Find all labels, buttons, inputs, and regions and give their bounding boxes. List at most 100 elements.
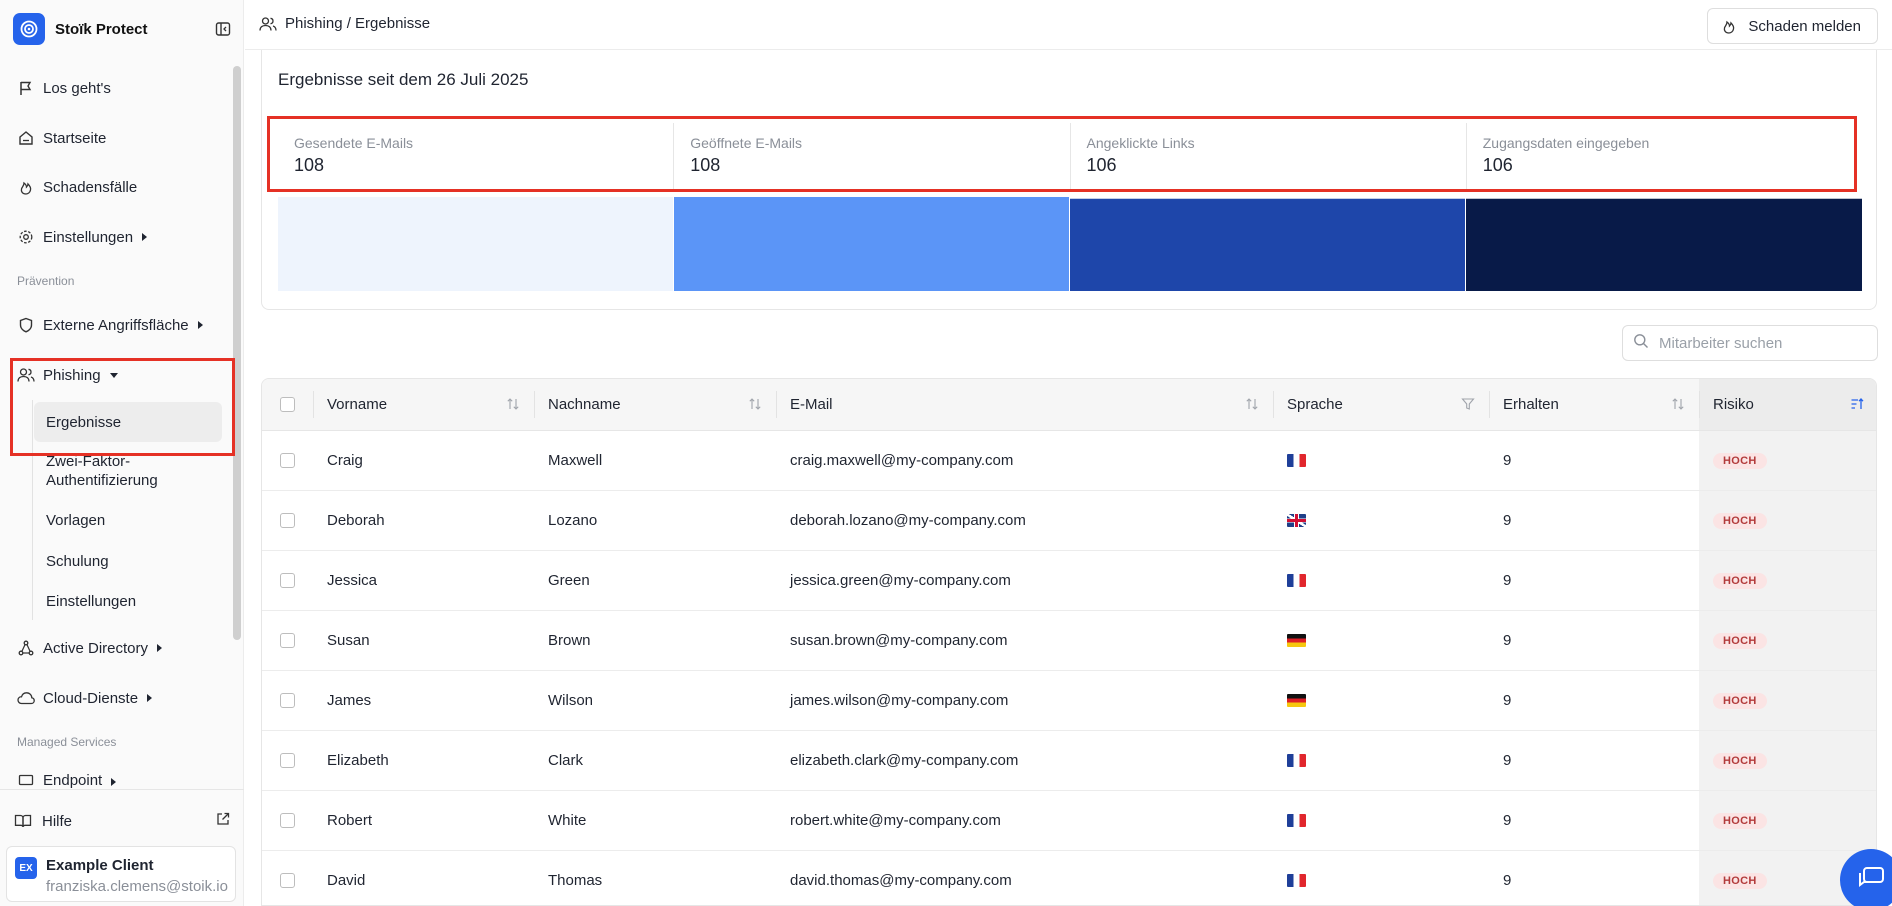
row-select-cell [262, 670, 313, 731]
table-row[interactable]: Craig Maxwell craig.maxwell@my-company.c… [262, 430, 1876, 491]
chat-launcher-button[interactable] [1840, 849, 1892, 906]
cell-last-name: Wilson [534, 670, 776, 731]
sidebar-item-home[interactable]: Startseite [17, 123, 106, 153]
cell-last-name: Maxwell [534, 430, 776, 491]
sort-icon[interactable] [1245, 397, 1259, 411]
cell-first-name: Robert [313, 790, 534, 851]
user-card[interactable]: EX Example Client franziska.clemens@stoi… [6, 846, 236, 902]
sidebar-subitem-2fa[interactable]: Zwei-Faktor-Authentifizierung [46, 452, 196, 490]
cell-received: 9 [1489, 850, 1699, 905]
sidebar-item-label: Endpoint [43, 772, 103, 789]
home-icon [17, 129, 35, 147]
row-checkbox[interactable] [280, 573, 295, 589]
sidebar-item-label: Startseite [43, 129, 107, 147]
chat-icon [1857, 865, 1885, 895]
row-checkbox[interactable] [280, 873, 295, 889]
table-row[interactable]: Deborah Lozano deborah.lozano@my-company… [262, 490, 1876, 551]
row-checkbox[interactable] [280, 693, 295, 709]
sidebar-item-label: Schadensfälle [43, 178, 138, 196]
avatar: EX [15, 857, 37, 879]
table-row[interactable]: Elizabeth Clark elizabeth.clark@my-compa… [262, 730, 1876, 791]
cell-language [1273, 490, 1489, 551]
help-label: Hilfe [42, 812, 73, 830]
row-checkbox[interactable] [280, 633, 295, 649]
funnel-segment-2 [1070, 198, 1465, 291]
flag-fr-icon [1287, 874, 1306, 888]
breadcrumb: Phishing / Ergebnisse [259, 15, 430, 32]
cloud-icon [17, 689, 35, 707]
sidebar-subitem-settings[interactable]: Einstellungen [46, 592, 136, 611]
risk-badge: HOCH [1713, 573, 1767, 589]
row-select-cell [262, 430, 313, 491]
sidebar-subitem-templates[interactable]: Vorlagen [46, 511, 105, 530]
cell-risk: HOCH [1699, 730, 1876, 791]
employees-table: Vorname Nachname E-Mail Sprache Erhalten… [261, 378, 1877, 906]
column-header-email[interactable]: E-Mail [776, 379, 1273, 431]
sidebar-item-cloud[interactable]: Cloud-Dienste [17, 683, 153, 713]
cell-risk: HOCH [1699, 790, 1876, 851]
cell-language [1273, 430, 1489, 491]
funnel-segment-3 [1466, 198, 1862, 291]
table-row[interactable]: Jessica Green jessica.green@my-company.c… [262, 550, 1876, 611]
sidebar: Stoïk Protect Los geht's Startseite Scha… [0, 0, 244, 906]
select-all-checkbox[interactable] [280, 397, 295, 413]
report-damage-label: Schaden melden [1748, 17, 1861, 35]
sort-icon[interactable] [1671, 397, 1685, 411]
flag-fr-icon [1287, 574, 1306, 588]
table-row[interactable]: James Wilson james.wilson@my-company.com… [262, 670, 1876, 731]
sort-icon[interactable] [748, 397, 762, 411]
row-checkbox[interactable] [280, 753, 295, 769]
sidebar-scrollbar[interactable] [233, 66, 241, 640]
column-header-first-name[interactable]: Vorname [313, 379, 534, 431]
sidebar-item-endpoint[interactable]: Endpoint [17, 772, 117, 790]
column-header-received[interactable]: Erhalten [1489, 379, 1699, 431]
flame-icon [17, 178, 35, 196]
chevron-right-icon [197, 321, 203, 329]
brand[interactable]: Stoïk Protect [13, 13, 233, 45]
sidebar-item-active-directory[interactable]: Active Directory [17, 633, 163, 663]
row-checkbox[interactable] [280, 453, 295, 469]
sidebar-item-external-surface[interactable]: Externe Angriffsfläche [17, 310, 203, 340]
cell-received: 9 [1489, 490, 1699, 551]
filter-icon[interactable] [1461, 397, 1475, 411]
funnel-segment-0 [278, 197, 673, 291]
sidebar-item-settings[interactable]: Einstellungen [17, 222, 148, 252]
sidebar-item-incidents[interactable]: Schadensfälle [17, 172, 137, 202]
table-row[interactable]: Susan Brown susan.brown@my-company.com 9… [262, 610, 1876, 671]
column-header-last-name[interactable]: Nachname [534, 379, 776, 431]
shield-icon [17, 316, 35, 334]
cell-email: craig.maxwell@my-company.com [776, 430, 1273, 491]
cell-first-name: Craig [313, 430, 534, 491]
chevron-right-icon [111, 778, 117, 786]
section-label-prevention: Prävention [17, 274, 75, 288]
cell-risk: HOCH [1699, 430, 1876, 491]
sort-ascending-icon[interactable] [1850, 397, 1864, 411]
help-link[interactable]: Hilfe [14, 808, 230, 834]
risk-badge: HOCH [1713, 873, 1767, 889]
report-damage-button[interactable]: Schaden melden [1707, 8, 1878, 44]
cell-language [1273, 850, 1489, 905]
row-select-cell [262, 550, 313, 611]
table-row[interactable]: David Thomas david.thomas@my-company.com… [262, 850, 1876, 905]
sidebar-collapse-icon[interactable] [213, 19, 233, 39]
row-checkbox[interactable] [280, 513, 295, 529]
column-header-risk[interactable]: Risiko [1699, 379, 1876, 431]
row-checkbox[interactable] [280, 813, 295, 829]
sidebar-subitem-training[interactable]: Schulung [46, 552, 109, 571]
cell-email: deborah.lozano@my-company.com [776, 490, 1273, 551]
search-icon [1633, 333, 1649, 353]
table-row[interactable]: Robert White robert.white@my-company.com… [262, 790, 1876, 851]
search-input[interactable] [1659, 334, 1869, 352]
header-select-all[interactable] [262, 379, 313, 431]
sidebar-item-getting-started[interactable]: Los geht's [17, 73, 111, 103]
sort-icon[interactable] [506, 397, 520, 411]
column-header-language[interactable]: Sprache [1273, 379, 1489, 431]
risk-badge: HOCH [1713, 453, 1767, 469]
book-icon [14, 813, 32, 829]
employee-search[interactable] [1622, 325, 1878, 361]
cell-last-name: Green [534, 550, 776, 611]
cell-received: 9 [1489, 790, 1699, 851]
column-label: Sprache [1287, 395, 1343, 413]
cell-last-name: White [534, 790, 776, 851]
cell-email: jessica.green@my-company.com [776, 550, 1273, 611]
